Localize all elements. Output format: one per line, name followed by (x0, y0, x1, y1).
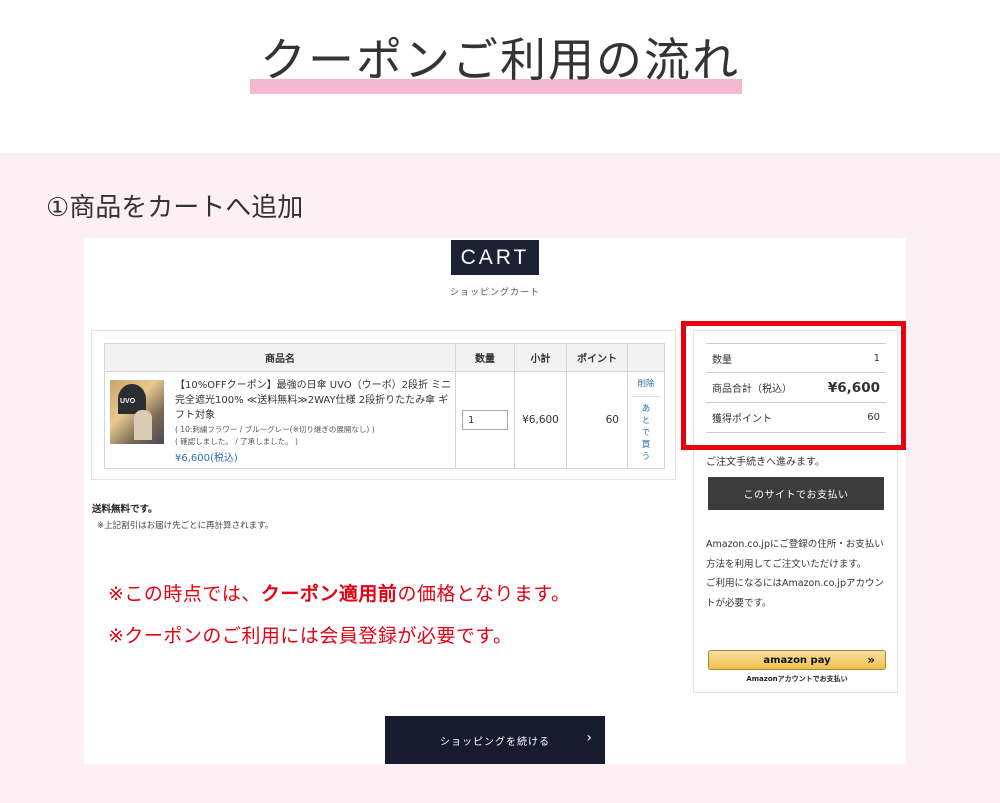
product-cell: UVO 【10%OFFクーポン】最強の日傘 UVO（ウーボ）2段折 ミニ 完全遮… (104, 371, 456, 469)
table-header-row: 商品名 数量 小計 ポイント (104, 343, 665, 372)
amazon-info-text-1: Amazon.co.jpにご登録の住所・お支払い方法を利用してご注文いただけます… (706, 539, 884, 570)
product-options: ( 10:刺繍フラワー / ブルーグレー(※切り継ぎの展開なし) ) (175, 425, 375, 434)
product-thumbnail[interactable]: UVO (110, 380, 164, 444)
coupon-note-1-post: の価格となります。 (397, 583, 571, 605)
highlight-box (681, 321, 906, 450)
points-cell: 60 (566, 371, 628, 469)
coupon-note-2: ※クーポンのご利用には会員登録が必要です。 (108, 625, 513, 647)
amazon-pay-caption: Amazonアカウントでお支払い (746, 675, 848, 683)
delete-link[interactable]: 削除 (632, 378, 660, 397)
amazon-pay-logo: amazon pay (763, 654, 831, 666)
proceed-text: ご注文手続きへ進みます。 (706, 457, 825, 468)
header-qty: 数量 (455, 343, 515, 372)
site-pay-button[interactable]: このサイトでお支払い (708, 477, 884, 510)
continue-shopping-button[interactable]: ショッピングを続ける › (385, 716, 605, 764)
cart-table-box: 商品名 数量 小計 ポイント UVO 【10%OFFクーポン】最強の日傘 UVO… (91, 330, 676, 480)
header-points: ポイント (566, 343, 628, 372)
cart-subtitle: ショッピングカート (449, 288, 540, 298)
product-info: 【10%OFFクーポン】最強の日傘 UVO（ウーボ）2段折 ミニ 完全遮光100… (175, 378, 455, 464)
header-name: 商品名 (104, 343, 456, 372)
amazon-info-text-2: ご利用になるにはAmazon.co.jpアカウントが必要です。 (706, 578, 884, 609)
coupon-note-1-pre: ※この時点では、 (108, 583, 261, 605)
coupon-note-1-bold: クーポン適用前 (260, 583, 398, 605)
coupon-note-1: ※この時点では、クーポン適用前の価格となります。 (108, 579, 570, 606)
shipping-note: ※上記割引はお届け先ごとに再計算されます。 (97, 521, 274, 531)
table-row: UVO 【10%OFFクーポン】最強の日傘 UVO（ウーボ）2段折 ミニ 完全遮… (104, 371, 665, 469)
cart-table: 商品名 数量 小計 ポイント UVO 【10%OFFクーポン】最強の日傘 UVO… (104, 343, 665, 469)
cart-logo: CART (451, 240, 539, 275)
product-options-confirm: ( 確認しました。 / 了承しました。 ) (175, 437, 298, 446)
subtotal-cell: ¥6,600 (514, 371, 567, 469)
shipping-free-text: 送料無料です。 (92, 504, 158, 515)
quantity-input[interactable] (462, 410, 508, 430)
header-actions (627, 343, 665, 372)
step-heading: ①商品をカートへ追加 (46, 193, 304, 223)
page-title: クーポンご利用の流れ (260, 33, 740, 87)
amazon-pay-button[interactable]: amazon pay » (708, 650, 886, 670)
chevron-right-icon: › (586, 730, 593, 746)
header-subtotal: 小計 (514, 343, 567, 372)
continue-shopping-label: ショッピングを続ける (440, 736, 550, 748)
thumbnail-logo-text: UVO (120, 398, 136, 405)
product-name[interactable]: 【10%OFFクーポン】最強の日傘 UVO（ウーボ）2段折 ミニ 完全遮光100… (175, 378, 455, 423)
actions-cell: 削除 あとで買う (627, 371, 665, 469)
double-chevron-icon: » (867, 653, 875, 667)
product-price: ¥6,600(税込) (175, 453, 238, 464)
amazon-info: Amazon.co.jpにご登録の住所・お支払い方法を利用してご注文いただけます… (706, 535, 891, 613)
cart-screenshot: CART ショッピングカート 商品名 数量 小計 ポイント UVO 【10%OF… (84, 238, 906, 764)
buy-later-link[interactable]: あとで買う (638, 403, 654, 463)
qty-cell (455, 371, 515, 469)
